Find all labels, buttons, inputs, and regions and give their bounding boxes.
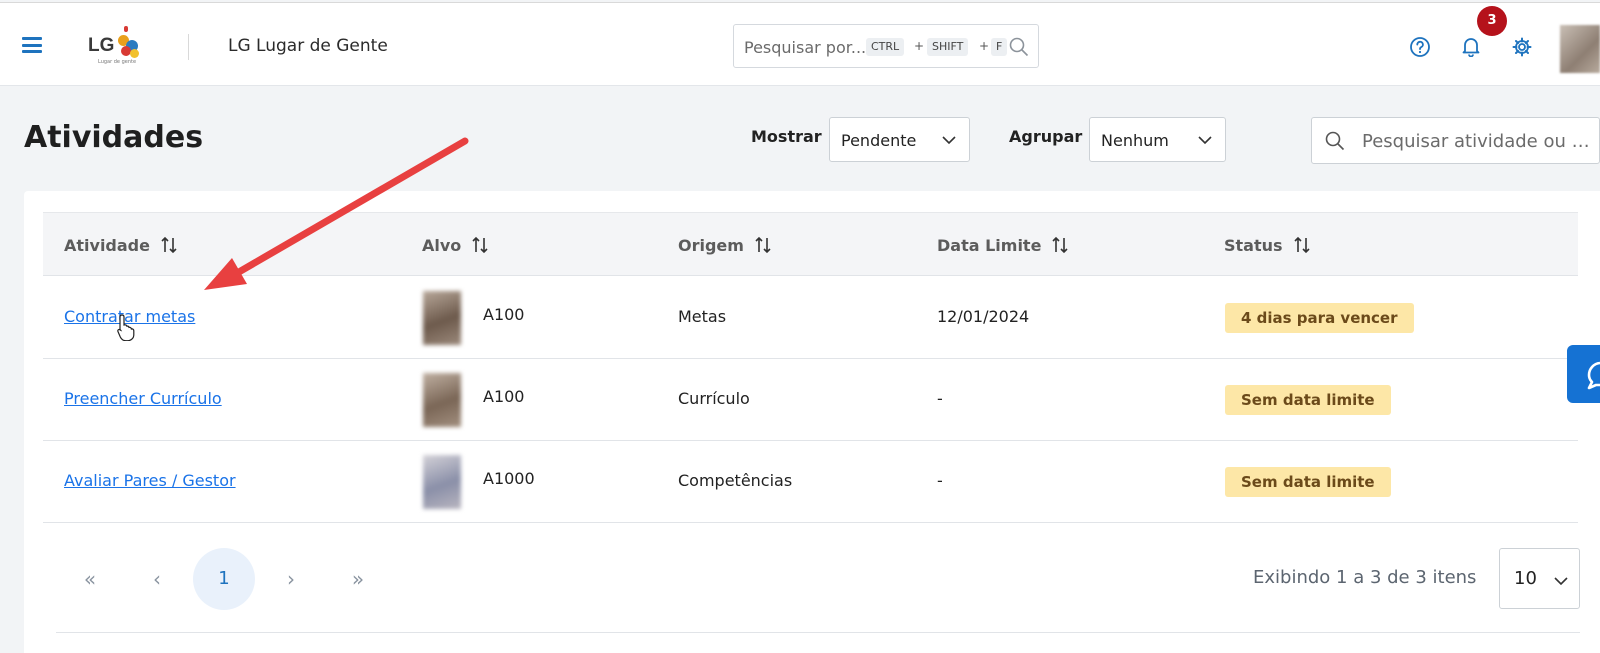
- target-cell: A100: [483, 387, 525, 406]
- logo-dot-yellow: [130, 49, 139, 58]
- notification-badge: 3: [1477, 6, 1507, 36]
- sort-icon[interactable]: [160, 236, 178, 254]
- page-size-select[interactable]: 10: [1499, 548, 1580, 609]
- table-row: Preencher Currículo A100 Currículo - Sem…: [43, 359, 1578, 441]
- activity-search-placeholder: Pesquisar atividade ou alvo: [1362, 131, 1594, 152]
- origin-cell: Competências: [678, 471, 793, 490]
- gear-icon[interactable]: [1511, 36, 1533, 58]
- sort-icon[interactable]: [754, 236, 772, 254]
- activity-link[interactable]: Avaliar Pares / Gestor: [64, 471, 236, 490]
- top-bar: LG Lugar de gente LG Lugar de Gente Pesq…: [0, 2, 1600, 86]
- logo-text: LG: [88, 35, 115, 56]
- app-title: LG Lugar de Gente: [228, 36, 388, 56]
- target-cell: A1000: [483, 469, 535, 488]
- group-select[interactable]: Nenhum: [1089, 117, 1226, 162]
- column-header-origin[interactable]: Origem: [678, 236, 772, 255]
- current-page-button[interactable]: 1: [193, 548, 255, 610]
- card-divider: [56, 632, 1580, 633]
- column-header-target[interactable]: Alvo: [422, 236, 489, 255]
- chevron-down-icon: [942, 136, 956, 145]
- column-header-activity[interactable]: Atividade: [64, 236, 178, 255]
- table-row: Contratar metas A100 Metas 12/01/2024 4 …: [43, 277, 1578, 359]
- page-size-value: 10: [1514, 568, 1537, 589]
- next-page-button[interactable]: ›: [271, 559, 311, 599]
- target-cell: A100: [483, 305, 525, 324]
- last-page-button[interactable]: »: [338, 559, 378, 599]
- table-header: Atividade Alvo Origem Data Limite Status: [43, 212, 1578, 276]
- chat-icon: [1587, 361, 1600, 390]
- deadline-cell: -: [937, 471, 943, 490]
- search-icon[interactable]: [1008, 36, 1030, 58]
- page-title: Atividades: [24, 120, 204, 155]
- origin-cell: Currículo: [678, 389, 750, 408]
- chat-button[interactable]: [1567, 345, 1600, 403]
- deadline-cell: 12/01/2024: [937, 307, 1030, 326]
- activity-link[interactable]: Preencher Currículo: [64, 389, 222, 408]
- column-header-status[interactable]: Status: [1224, 236, 1311, 255]
- shortcut-plus: +: [914, 39, 925, 53]
- chevron-down-icon: [1198, 136, 1212, 145]
- menu-icon[interactable]: [22, 37, 42, 53]
- global-search-placeholder: Pesquisar por...: [744, 38, 867, 57]
- origin-cell: Metas: [678, 307, 727, 326]
- target-avatar: [423, 373, 461, 427]
- company-logo[interactable]: LG Lugar de gente: [88, 23, 146, 69]
- deadline-cell: -: [937, 389, 943, 408]
- search-icon: [1325, 131, 1345, 151]
- first-page-button[interactable]: «: [70, 559, 110, 599]
- sort-icon[interactable]: [1051, 236, 1069, 254]
- help-icon[interactable]: [1409, 36, 1431, 58]
- global-search-input[interactable]: Pesquisar por... CTRL + SHIFT + F: [733, 24, 1039, 68]
- target-avatar: [423, 291, 461, 345]
- user-avatar[interactable]: [1560, 25, 1600, 73]
- hand-cursor-icon: [117, 314, 135, 341]
- header-divider: [188, 34, 189, 60]
- show-select[interactable]: Pendente: [829, 117, 970, 162]
- table-row: Avaliar Pares / Gestor A1000 Competência…: [43, 441, 1578, 523]
- sort-icon[interactable]: [1293, 236, 1311, 254]
- show-select-value: Pendente: [841, 131, 917, 150]
- prev-page-button[interactable]: ‹: [137, 559, 177, 599]
- logo-subtitle: Lugar de gente: [98, 59, 137, 65]
- shortcut-key-f: F: [991, 38, 1008, 56]
- shortcut-key-ctrl: CTRL: [866, 38, 905, 56]
- shortcut-plus: +: [979, 39, 990, 53]
- show-label: Mostrar: [751, 127, 822, 146]
- pagination-summary: Exibindo 1 a 3 de 3 itens: [1253, 567, 1477, 588]
- group-label: Agrupar: [1009, 127, 1083, 146]
- chevron-down-icon: [1554, 577, 1568, 586]
- status-badge: Sem data limite: [1225, 467, 1391, 497]
- status-badge: Sem data limite: [1225, 385, 1391, 415]
- activity-search-input[interactable]: Pesquisar atividade ou alvo: [1311, 117, 1600, 164]
- logo-flame: [124, 26, 128, 32]
- column-header-deadline[interactable]: Data Limite: [937, 236, 1069, 255]
- sort-icon[interactable]: [471, 236, 489, 254]
- target-avatar: [423, 455, 461, 509]
- bell-icon[interactable]: [1460, 35, 1482, 57]
- group-select-value: Nenhum: [1101, 131, 1169, 150]
- status-badge: 4 dias para vencer: [1225, 303, 1414, 333]
- shortcut-key-shift: SHIFT: [927, 38, 969, 56]
